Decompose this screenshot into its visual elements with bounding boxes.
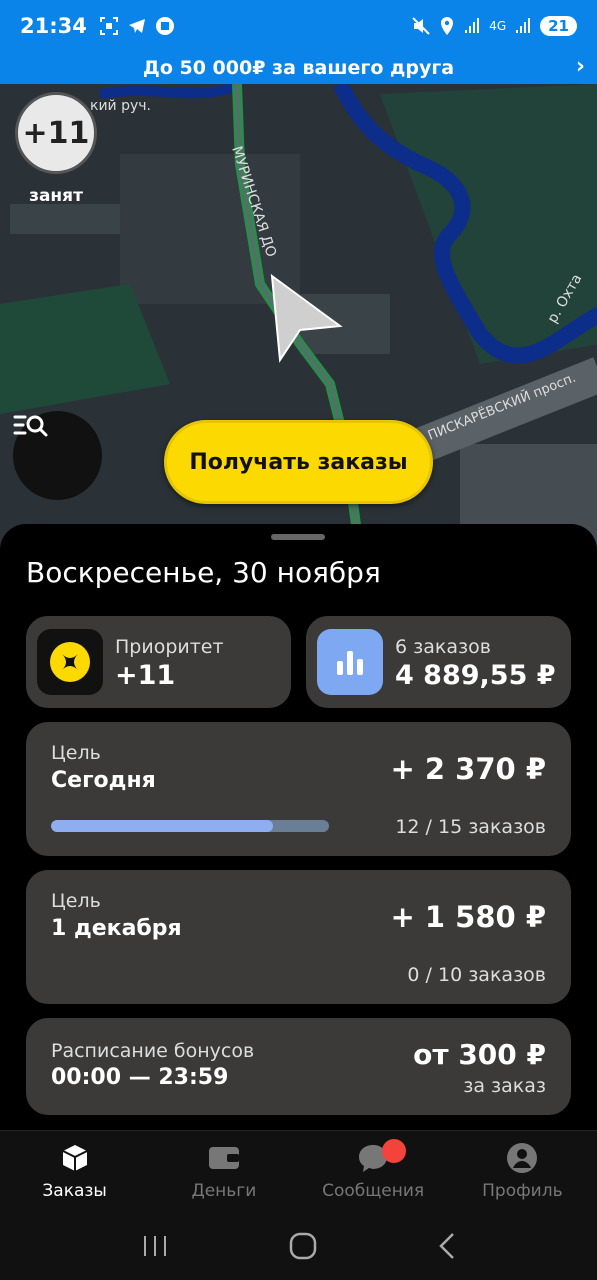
bottom-sheet[interactable]: Воскресенье, 30 ноября Приоритет +11 6 з… (0, 524, 597, 1130)
priority-value: +11 (115, 660, 176, 691)
battery-indicator: 21 (540, 16, 577, 36)
goal-card-today[interactable]: Цель Сегодня + 2 370 ₽ 12 / 15 заказов (26, 722, 571, 856)
goal-label: Цель (51, 742, 101, 764)
network-type: 4G (489, 19, 507, 33)
wallet-icon (207, 1141, 241, 1175)
bonus-subtext: за заказ (463, 1075, 546, 1097)
bonus-label: Расписание бонусов (51, 1040, 255, 1062)
goal-label: Цель (51, 890, 101, 912)
search-orders-button[interactable] (13, 411, 102, 500)
nav-item-profile[interactable]: Профиль (448, 1131, 597, 1212)
promo-banner[interactable]: До 50 000₽ за вашего друга › (0, 52, 597, 84)
nav-label: Заказы (42, 1181, 107, 1201)
telegram-icon (128, 19, 145, 33)
status-bar: 21:34 4G 21 (0, 0, 597, 52)
mute-icon (412, 17, 430, 35)
goal-count: 0 / 10 заказов (407, 964, 546, 986)
signal-icon (465, 18, 480, 33)
priority-card[interactable]: Приоритет +11 (26, 616, 291, 708)
orders-summary-card[interactable]: 6 заказов 4 889,55 ₽ (306, 616, 571, 708)
status-right-icons: 4G 21 (411, 16, 577, 36)
box-icon (58, 1141, 92, 1175)
park-area (380, 84, 597, 364)
promo-text: До 50 000₽ за вашего друга (142, 57, 455, 79)
orders-count: 6 заказов (395, 636, 491, 658)
goal-progress-fill (51, 820, 274, 832)
search-list-icon (13, 415, 48, 437)
priority-icon (37, 629, 103, 695)
goal-progress-bar (51, 820, 329, 832)
bottom-nav: Заказы Деньги Сообщения Профиль (0, 1130, 597, 1212)
goal-card-dec1[interactable]: Цель 1 декабря + 1 580 ₽ 0 / 10 заказов (26, 870, 571, 1004)
nav-label: Сообщения (322, 1181, 425, 1201)
bar-chart-icon (317, 629, 383, 695)
app-badge-icon (155, 17, 174, 35)
stream-label: кий руч. (90, 98, 151, 114)
orders-earnings: 4 889,55 ₽ (395, 660, 556, 691)
scan-icon (99, 17, 118, 35)
goal-amount: + 2 370 ₽ (390, 752, 546, 786)
notification-dot (381, 1139, 406, 1163)
goal-count: 12 / 15 заказов (395, 816, 546, 838)
priority-label: Приоритет (115, 636, 224, 658)
stream (99, 84, 243, 99)
map-block (10, 204, 120, 234)
nav-item-orders[interactable]: Заказы (0, 1131, 149, 1212)
bonus-amount: от 300 ₽ (413, 1038, 546, 1071)
signal-icon-2 (516, 18, 531, 33)
get-orders-button[interactable]: Получать заказы (164, 420, 433, 504)
busy-badge-value: +11 (22, 115, 90, 151)
nav-item-money[interactable]: Деньги (149, 1131, 298, 1212)
bonus-schedule-card[interactable]: Расписание бонусов 00:00 — 23:59 от 300 … (26, 1018, 571, 1115)
status-left-icons (99, 16, 175, 36)
back-icon[interactable] (437, 1232, 457, 1260)
bonus-time: 00:00 — 23:59 (51, 1065, 229, 1090)
recent-apps-icon[interactable] (140, 1234, 170, 1258)
chevron-right-icon: › (575, 54, 585, 79)
nav-item-messages[interactable]: Сообщения (299, 1131, 448, 1212)
home-icon[interactable] (289, 1232, 317, 1260)
sheet-date: Воскресенье, 30 ноября (26, 556, 381, 589)
location-icon (441, 17, 454, 35)
goal-amount: + 1 580 ₽ (390, 900, 546, 934)
system-nav-bar (0, 1212, 597, 1280)
nav-label: Деньги (191, 1181, 257, 1201)
status-time: 21:34 (20, 14, 87, 38)
busy-badge[interactable]: +11 (15, 92, 97, 174)
person-icon (505, 1141, 539, 1175)
nav-label: Профиль (482, 1181, 563, 1201)
goal-title: Сегодня (51, 768, 156, 793)
busy-label: занят (29, 186, 83, 206)
goal-title: 1 декабря (51, 916, 182, 941)
sheet-handle[interactable] (271, 534, 325, 540)
map-view[interactable]: МУРИНСКАЯ ДО ПИСКАРЁВСКИЙ просп. р. Охта… (0, 84, 597, 554)
